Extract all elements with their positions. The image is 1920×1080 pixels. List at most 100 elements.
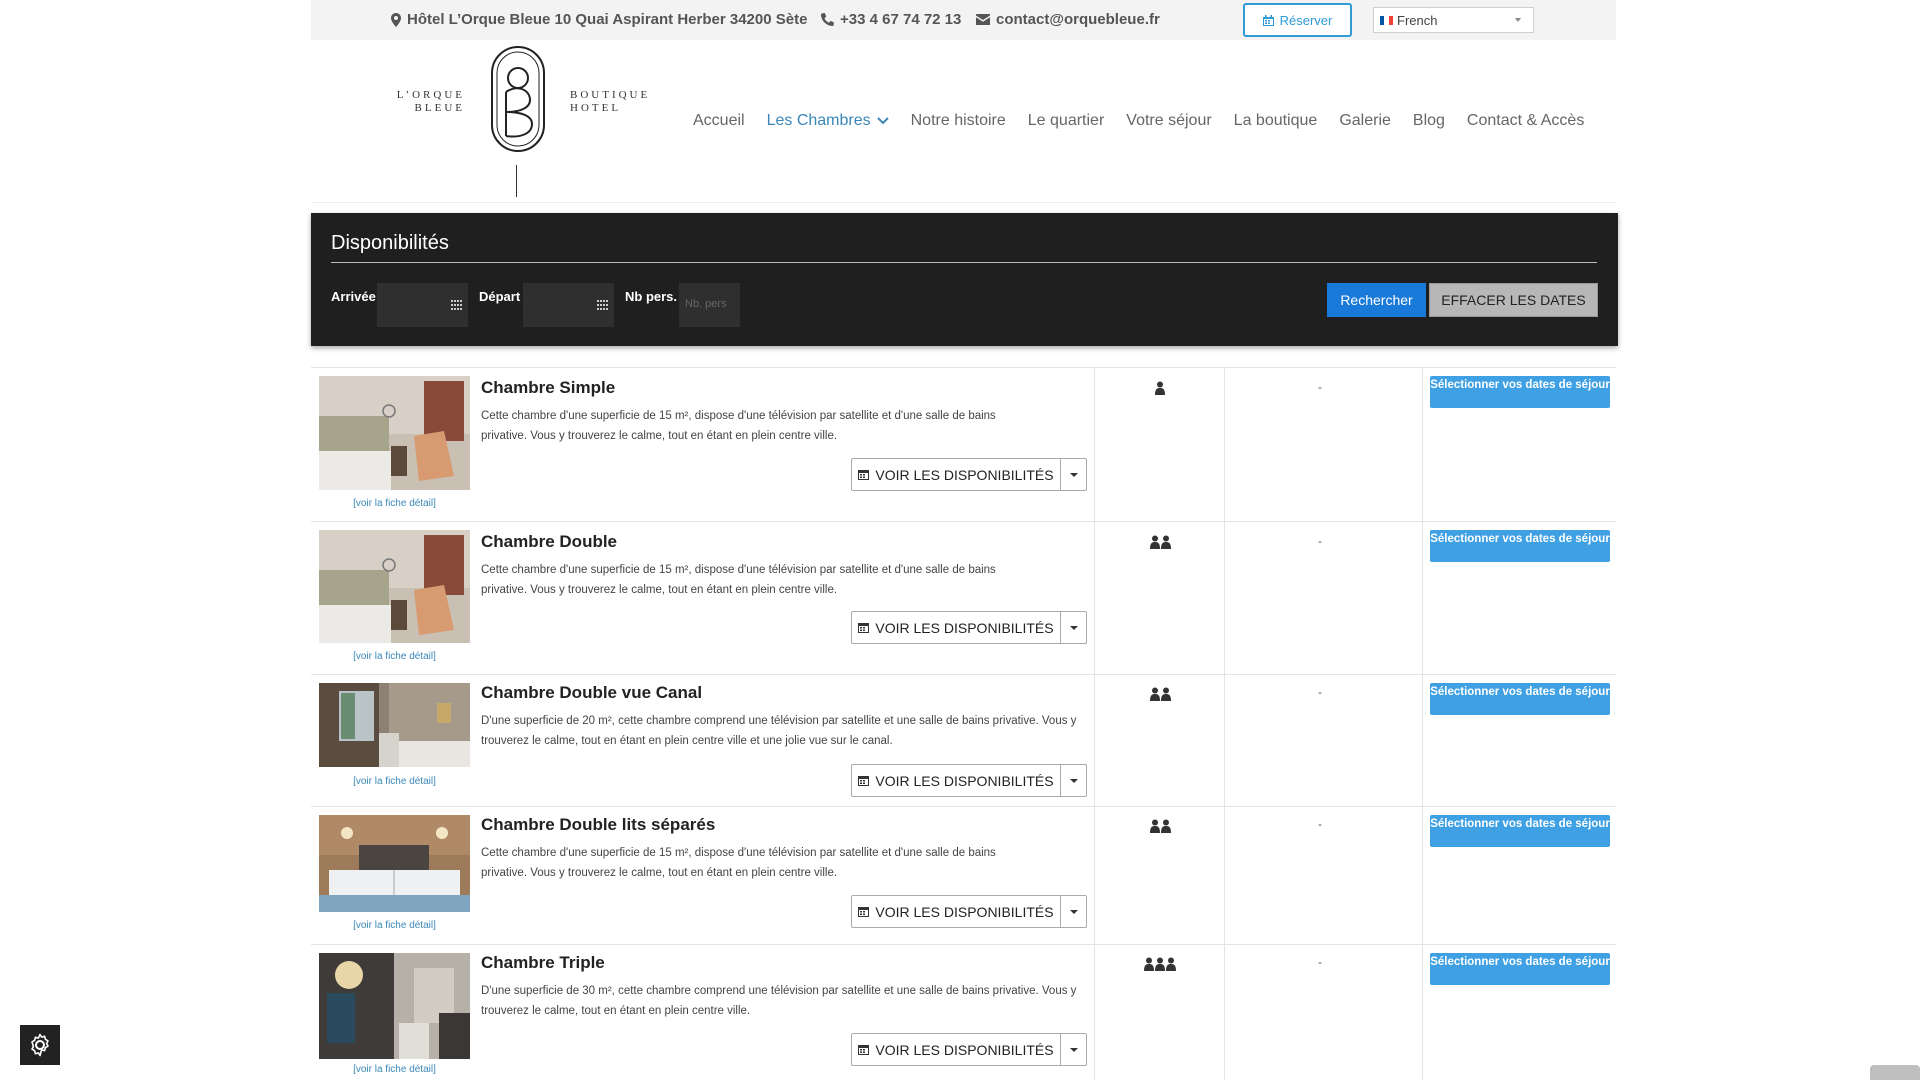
select-dates-button[interactable]: Sélectionner vos dates de séjour — [1430, 815, 1610, 847]
logo-text-right[interactable]: BOUTIQUE HOTEL — [570, 89, 650, 115]
view-availability-button[interactable]: VOIR LES DISPONIBILITÉS — [851, 1033, 1061, 1066]
logo-text-left[interactable]: L’ORQUE BLEUE — [390, 89, 465, 115]
availability-dropdown[interactable]: VOIR LES DISPONIBILITÉS — [851, 611, 1087, 644]
person-icon — [1144, 957, 1154, 971]
room-photo[interactable] — [319, 953, 470, 1059]
calendar-icon — [858, 623, 870, 633]
chevron-down-icon — [876, 117, 889, 125]
search-button[interactable]: Rechercher — [1327, 283, 1426, 317]
room-capacity — [1100, 687, 1220, 701]
room-price: - — [1318, 534, 1322, 548]
room-detail-link[interactable]: [voir la fiche détail] — [319, 651, 470, 662]
nav-item-galerie[interactable]: Galerie — [1339, 112, 1391, 130]
view-availability-button[interactable]: VOIR LES DISPONIBILITÉS — [851, 458, 1061, 491]
calendar-icon — [451, 300, 462, 310]
table-row: [voir la fiche détail] Chambre Double Ce… — [311, 521, 1616, 674]
room-description: Cette chambre d'une superficie de 15 m²,… — [481, 410, 996, 442]
person-icon — [1160, 687, 1171, 701]
room-capacity — [1100, 535, 1220, 549]
nav-item-contact-acces[interactable]: Contact & Accès — [1467, 112, 1584, 130]
room-photo[interactable] — [319, 683, 470, 767]
nav-item-la-boutique[interactable]: La boutique — [1234, 112, 1318, 130]
select-dates-button[interactable]: Sélectionner vos dates de séjour — [1430, 530, 1610, 562]
map-marker-icon — [391, 12, 401, 27]
nav-item-accueil[interactable]: Accueil — [693, 112, 745, 130]
column-divider — [1094, 675, 1095, 806]
person-icon — [1149, 687, 1160, 701]
nav-item-le-quartier[interactable]: Le quartier — [1028, 112, 1105, 130]
room-photo[interactable] — [319, 815, 470, 912]
availability-dropdown-toggle[interactable] — [1061, 458, 1087, 491]
caret-down-icon — [1069, 909, 1078, 914]
room-detail-link[interactable]: [voir la fiche détail] — [319, 1064, 470, 1075]
view-availability-label: VOIR LES DISPONIBILITÉS — [875, 1041, 1054, 1058]
calendar-icon — [858, 1045, 870, 1055]
column-divider — [1422, 522, 1423, 674]
view-availability-label: VOIR LES DISPONIBILITÉS — [875, 466, 1054, 483]
availability-dropdown-toggle[interactable] — [1061, 611, 1087, 644]
persons-input[interactable]: Nb. pers — [679, 283, 740, 327]
logo-right-line2: HOTEL — [570, 102, 622, 114]
room-detail-link[interactable]: [voir la fiche détail] — [319, 776, 470, 787]
departure-date-input[interactable] — [523, 283, 614, 327]
header-divider — [311, 202, 1616, 203]
availability-dropdown[interactable]: VOIR LES DISPONIBILITÉS — [851, 1033, 1087, 1066]
select-dates-button[interactable]: Sélectionner vos dates de séjour — [1430, 953, 1610, 985]
availability-dropdown[interactable]: VOIR LES DISPONIBILITÉS — [851, 764, 1087, 797]
nav-item-les-chambres-label: Les Chambres — [766, 112, 871, 129]
column-divider — [1422, 945, 1423, 1080]
room-capacity — [1100, 381, 1220, 395]
logo-divider-line — [516, 165, 517, 197]
room-title: Chambre Double lits séparés — [481, 815, 716, 834]
language-select[interactable]: French — [1373, 7, 1534, 33]
orque-bleue-logo-icon[interactable] — [488, 44, 548, 154]
arrival-label: Arrivée — [331, 289, 376, 304]
view-availability-button[interactable]: VOIR LES DISPONIBILITÉS — [851, 611, 1061, 644]
view-availability-button[interactable]: VOIR LES DISPONIBILITÉS — [851, 895, 1061, 928]
departure-label: Départ — [479, 289, 521, 304]
availability-dropdown-toggle[interactable] — [1061, 895, 1087, 928]
french-flag-icon — [1380, 15, 1393, 25]
nav-item-les-chambres[interactable]: Les Chambres — [767, 112, 889, 130]
language-value: French — [1397, 12, 1438, 28]
availability-panel: Disponibilités Arrivée Départ Nb pers. N… — [311, 213, 1618, 346]
select-dates-button[interactable]: Sélectionner vos dates de séjour — [1430, 376, 1610, 408]
person-icon — [1149, 819, 1160, 833]
room-detail-link[interactable]: [voir la fiche détail] — [319, 498, 470, 509]
availability-dropdown-toggle[interactable] — [1061, 1033, 1087, 1066]
room-photo[interactable] — [319, 530, 470, 643]
nav-item-notre-histoire[interactable]: Notre histoire — [911, 112, 1006, 130]
phone-info[interactable]: +33 4 67 74 72 13 — [821, 11, 961, 28]
nav-item-blog[interactable]: Blog — [1413, 112, 1445, 130]
room-description: Cette chambre d'une superficie de 15 m²,… — [481, 564, 996, 596]
logo-right-line1: BOUTIQUE — [570, 89, 651, 101]
arrival-date-input[interactable] — [377, 283, 468, 327]
view-availability-button[interactable]: VOIR LES DISPONIBILITÉS — [851, 764, 1061, 797]
phone-text: +33 4 67 74 72 13 — [840, 11, 962, 28]
select-dates-button[interactable]: Sélectionner vos dates de séjour — [1430, 683, 1610, 715]
availability-dropdown[interactable]: VOIR LES DISPONIBILITÉS — [851, 895, 1087, 928]
reserve-button[interactable]: Réserver — [1243, 3, 1352, 37]
column-divider — [1094, 368, 1095, 521]
chevron-down-icon — [1515, 18, 1521, 22]
caret-down-icon — [1069, 1047, 1078, 1052]
caret-down-icon — [1069, 778, 1078, 783]
calendar-icon — [1262, 14, 1274, 26]
phone-icon — [821, 13, 834, 26]
room-photo[interactable] — [319, 376, 470, 490]
availability-dropdown[interactable]: VOIR LES DISPONIBILITÉS — [851, 458, 1087, 491]
nav-item-votre-sejour[interactable]: Votre séjour — [1126, 112, 1211, 130]
column-divider — [1094, 522, 1095, 674]
availability-dropdown-toggle[interactable] — [1061, 764, 1087, 797]
availability-title: Disponibilités — [331, 232, 449, 254]
clear-dates-button[interactable]: EFFACER LES DATES — [1429, 283, 1598, 317]
room-detail-link[interactable]: [voir la fiche détail] — [319, 920, 470, 931]
column-divider — [1094, 945, 1095, 1080]
cookie-settings-button[interactable] — [20, 1025, 60, 1065]
envelope-icon — [976, 14, 990, 25]
room-price: - — [1318, 380, 1322, 394]
table-row: [voir la fiche détail] Chambre Double vu… — [311, 674, 1616, 806]
calendar-icon — [858, 470, 870, 480]
email-info[interactable]: contact@orquebleue.fr — [976, 11, 1160, 28]
scroll-to-top-button[interactable] — [1870, 1065, 1920, 1080]
